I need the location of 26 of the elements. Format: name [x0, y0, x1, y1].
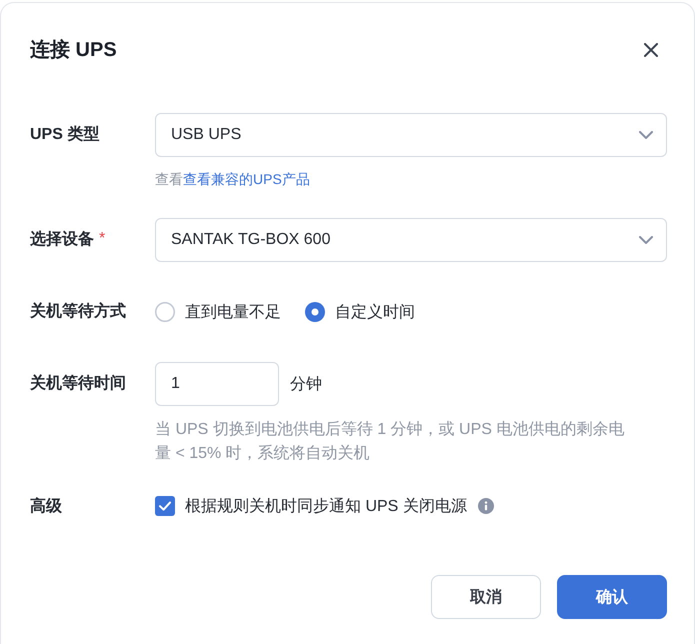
field-label: 关机等待方式	[30, 301, 126, 322]
chevron-down-icon	[639, 131, 653, 139]
compatibility-link[interactable]: 查看兼容的UPS产品	[183, 171, 310, 187]
radio-button[interactable]	[155, 302, 175, 322]
dropdown-select[interactable]: USB UPS	[155, 113, 667, 157]
field-label: 高级	[30, 496, 62, 516]
radio-button[interactable]	[305, 302, 325, 322]
checkbox-label[interactable]: 根据规则关机时同步通知 UPS 关闭电源	[185, 496, 467, 516]
close-icon[interactable]	[644, 43, 658, 57]
chevron-down-icon	[639, 236, 653, 244]
minutes-input[interactable]: 1	[155, 362, 279, 406]
required-mark: *	[99, 230, 106, 248]
confirm-button[interactable]: 确认	[557, 575, 667, 619]
checkbox[interactable]	[155, 496, 175, 516]
dropdown-select[interactable]: SANTAK TG-BOX 600	[155, 218, 667, 262]
radio-label[interactable]: 自定义时间	[335, 302, 415, 322]
dialog-title: 连接 UPS	[30, 38, 117, 63]
hint-text: 当 UPS 切换到电池供电后等待 1 分钟，或 UPS 电池供电的剩余电量 < 15% 时，系统将自动关机	[155, 420, 626, 464]
field-label: UPS 类型	[30, 124, 100, 144]
radio-label[interactable]: 直到电量不足	[185, 302, 281, 322]
info-icon[interactable]	[478, 498, 494, 514]
field-label: 关机等待时间	[30, 373, 126, 394]
help-text: 查看查看兼容的UPS产品	[155, 170, 311, 189]
field-label: 选择设备	[30, 230, 94, 250]
unit-label: 分钟	[290, 374, 322, 394]
cancel-button[interactable]: 取消	[431, 575, 541, 619]
